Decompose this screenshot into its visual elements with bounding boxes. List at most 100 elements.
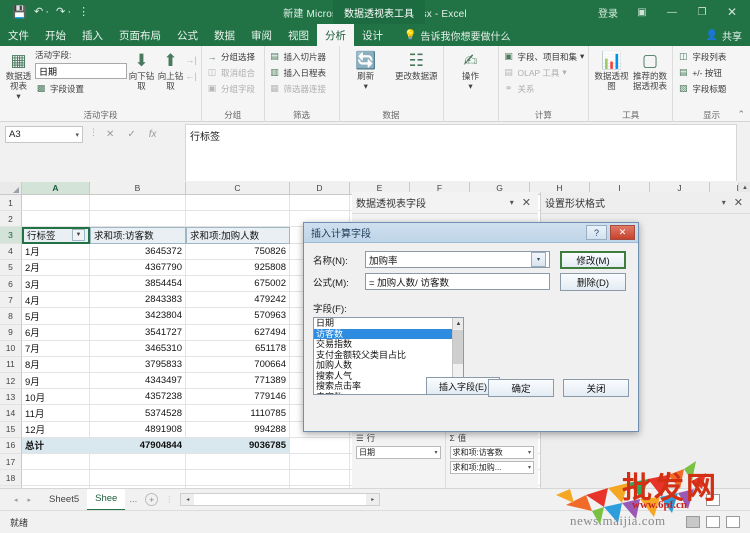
column-header-C[interactable]: C bbox=[186, 182, 290, 195]
delete-button[interactable]: 删除(D) bbox=[560, 273, 626, 291]
cell-label-17[interactable] bbox=[22, 454, 90, 471]
insert-function-icon[interactable]: fx bbox=[149, 129, 157, 140]
cell-C2[interactable] bbox=[186, 211, 290, 228]
dialog-help-icon[interactable]: ? bbox=[586, 225, 607, 240]
fields-scroll-thumb[interactable] bbox=[453, 330, 463, 364]
cell-cart-11[interactable]: 700664 bbox=[186, 356, 290, 374]
plus-minus-buttons-button[interactable]: ▤ +/- 按钮 bbox=[677, 65, 726, 80]
field-list-item[interactable]: 交易指数 bbox=[314, 339, 463, 350]
dialog-close-footer-button[interactable]: 关闭 bbox=[563, 379, 629, 397]
row-header-5[interactable]: 5 bbox=[0, 259, 22, 276]
row-header-12[interactable]: 12 bbox=[0, 373, 22, 390]
cell-A1[interactable] bbox=[22, 195, 90, 212]
cell-D16[interactable] bbox=[290, 437, 350, 454]
actions-button[interactable]: ✍ 操作 ▾ bbox=[448, 49, 494, 91]
ribbon-tab-0[interactable]: 文件 bbox=[0, 24, 37, 46]
row-labels-filter-icon[interactable]: ▼ bbox=[72, 229, 85, 242]
row-header-9[interactable]: 9 bbox=[0, 324, 22, 341]
cell-cart-6[interactable]: 675002 bbox=[186, 275, 290, 293]
refresh-button[interactable]: 🔄 刷新 ▾ bbox=[344, 49, 389, 91]
fields-items-sets-button[interactable]: ▣ 字段、项目和集 ▾ bbox=[503, 49, 584, 64]
name-box[interactable]: A3 ▾ bbox=[5, 126, 83, 143]
cell-cart-13[interactable]: 779146 bbox=[186, 389, 290, 406]
sheet-tab-0[interactable]: Sheet5 bbox=[41, 489, 87, 511]
cell-cart-12[interactable]: 771389 bbox=[186, 373, 290, 390]
cell-visitors-10[interactable]: 3465310 bbox=[90, 340, 186, 357]
tell-me-box[interactable]: 💡 告诉我你想要做什么 bbox=[404, 24, 510, 46]
pivot-pill-caret-icon[interactable]: ▾ bbox=[528, 449, 531, 456]
change-data-source-button[interactable]: ☷ 更改数据源 bbox=[394, 49, 439, 81]
row-header-14[interactable]: 14 bbox=[0, 405, 22, 422]
customize-qat-icon[interactable]: ⋮ bbox=[78, 6, 89, 18]
row-header-16[interactable]: 16 bbox=[0, 437, 22, 454]
field-list-item[interactable]: 访客数 bbox=[314, 328, 463, 339]
cell-visitors-15[interactable]: 4891908 bbox=[90, 421, 186, 438]
olap-caret[interactable]: ▾ bbox=[562, 67, 566, 78]
cell-visitors-6[interactable]: 3854454 bbox=[90, 275, 186, 293]
group-selection-button[interactable]: → 分组选择 bbox=[206, 49, 256, 64]
dialog-formula-input[interactable]: = 加购人数/ 访客数 bbox=[365, 273, 550, 290]
ribbon-tab-6[interactable]: 审阅 bbox=[243, 24, 280, 46]
row-header-8[interactable]: 8 bbox=[0, 308, 22, 325]
cell-visitors-11[interactable]: 3795833 bbox=[90, 356, 186, 374]
cell-visitors-13[interactable]: 4357238 bbox=[90, 389, 186, 406]
pivotchart-button[interactable]: 📊 数据透视图 bbox=[593, 49, 630, 91]
olap-tools-button[interactable]: ▤ OLAP 工具 ▾ bbox=[503, 65, 585, 80]
row-header-2[interactable]: 2 bbox=[0, 211, 22, 228]
pivot-area-values[interactable]: Σ 值 求和项:访客数 ▾ 求和项:加购... ▾ bbox=[446, 429, 539, 488]
ribbon-tab-1[interactable]: 开始 bbox=[37, 24, 74, 46]
pivot-panel-options-icon[interactable]: ▾ bbox=[505, 198, 519, 207]
cell-label-8[interactable]: 5月 bbox=[22, 308, 90, 325]
cell-label-7[interactable]: 4月 bbox=[22, 292, 90, 309]
drill-down-button[interactable]: ⬇ 向下钻取 bbox=[127, 49, 156, 91]
cell-D1[interactable] bbox=[290, 195, 350, 212]
hscroll-left-icon[interactable]: ◂ bbox=[181, 494, 195, 505]
field-list-button[interactable]: ◫ 字段列表 bbox=[677, 49, 726, 64]
name-box-caret-icon[interactable]: ▾ bbox=[75, 131, 79, 139]
actions-dropdown-caret[interactable]: ▾ bbox=[468, 81, 472, 91]
cell-cart-7[interactable]: 479242 bbox=[186, 292, 290, 309]
pivot-pill-sum-visitors[interactable]: 求和项:访客数 ▾ bbox=[449, 446, 534, 459]
cell-label-16[interactable]: 总计 bbox=[22, 437, 90, 454]
row-header-4[interactable]: 4 bbox=[0, 243, 22, 260]
row-header-13[interactable]: 13 bbox=[0, 389, 22, 406]
cell-label-10[interactable]: 7月 bbox=[22, 340, 90, 357]
cell-visitors-4[interactable]: 3645372 bbox=[90, 243, 186, 260]
redo-icon[interactable]: ↷ · bbox=[56, 6, 71, 18]
cell-cart-5[interactable]: 925808 bbox=[186, 259, 290, 276]
close-button[interactable]: ✕ bbox=[718, 1, 746, 23]
row-header-11[interactable]: 11 bbox=[0, 356, 22, 374]
cell-label-11[interactable]: 8月 bbox=[22, 356, 90, 374]
collapse-ribbon-icon[interactable]: ⌃ bbox=[737, 109, 745, 120]
normal-view-icon[interactable] bbox=[706, 493, 720, 506]
cell-label-9[interactable]: 6月 bbox=[22, 324, 90, 341]
column-header-D[interactable]: D bbox=[290, 182, 350, 195]
ribbon-tab-2[interactable]: 插入 bbox=[74, 24, 111, 46]
cell-label-14[interactable]: 11月 bbox=[22, 405, 90, 422]
pivot-pill-date[interactable]: 日期 ▾ bbox=[356, 446, 441, 459]
pivot-pill-sum-cart[interactable]: 求和项:加购... ▾ bbox=[449, 461, 534, 474]
signin-link[interactable]: 登录 bbox=[590, 5, 626, 20]
column-header-B[interactable]: B bbox=[90, 182, 186, 195]
sheet-next-icon[interactable]: ▸ bbox=[28, 496, 32, 504]
cell-B1[interactable] bbox=[90, 195, 186, 212]
dialog-close-button[interactable]: ✕ bbox=[610, 225, 635, 240]
ribbon-tab-8[interactable]: 分析 bbox=[317, 24, 354, 46]
field-settings-button[interactable]: ▩ 字段设置 bbox=[35, 81, 127, 96]
drill-up-button[interactable]: ⬆ 向上钻取 bbox=[156, 49, 185, 91]
pivot-pill-caret-icon[interactable]: ▾ bbox=[528, 464, 531, 471]
relationships-button[interactable]: ⚭ 关系 bbox=[503, 81, 585, 96]
cell-cart-4[interactable]: 750826 bbox=[186, 243, 290, 260]
cell-visitors-16[interactable]: 47904844 bbox=[90, 437, 186, 454]
cell-cart-10[interactable]: 651178 bbox=[186, 340, 290, 357]
ungroup-button[interactable]: ◫ 取消组合 bbox=[206, 65, 255, 80]
cell-cart-15[interactable]: 994288 bbox=[186, 421, 290, 438]
cell-cart-9[interactable]: 627494 bbox=[186, 324, 290, 341]
pivot-pill-caret-icon[interactable]: ▾ bbox=[434, 449, 437, 456]
ok-button[interactable]: 确定 bbox=[488, 379, 554, 397]
fields-items-sets-caret[interactable]: ▾ bbox=[580, 51, 584, 62]
cell-visitors-12[interactable]: 4343497 bbox=[90, 373, 186, 390]
dialog-name-dropdown-icon[interactable]: ▾ bbox=[531, 252, 546, 267]
cell-cart-8[interactable]: 570963 bbox=[186, 308, 290, 325]
cell-visitors-14[interactable]: 5374528 bbox=[90, 405, 186, 422]
